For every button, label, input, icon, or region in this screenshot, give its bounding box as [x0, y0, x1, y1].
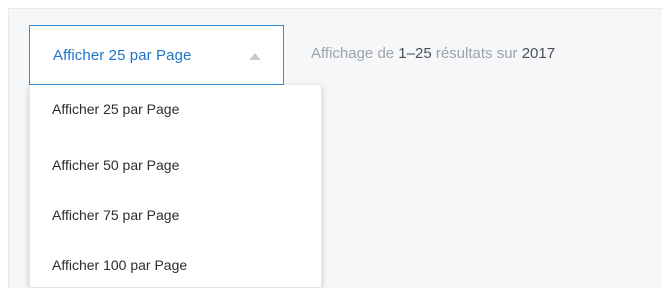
page-size-select-label: Afficher 25 par Page	[53, 46, 192, 64]
results-prefix: Affichage de	[311, 45, 395, 62]
option-50-per-page[interactable]: Afficher 50 par Page	[52, 157, 179, 173]
page-size-dropdown: Afficher 25 par Page Afficher 50 par Pag…	[29, 85, 322, 288]
results-total: 2017	[521, 45, 556, 62]
option-100-per-page[interactable]: Afficher 100 par Page	[52, 257, 187, 273]
caret-up-icon[interactable]	[249, 53, 261, 60]
results-range: 1–25	[398, 45, 432, 62]
option-25-per-page[interactable]: Afficher 25 par Page	[52, 101, 179, 117]
page-size-select[interactable]: Afficher 25 par Page	[29, 25, 284, 85]
results-middle: résultats sur	[435, 45, 518, 62]
option-75-per-page[interactable]: Afficher 75 par Page	[52, 207, 179, 223]
results-summary: Affichage de 1–25 résultats sur 2017	[311, 45, 555, 62]
